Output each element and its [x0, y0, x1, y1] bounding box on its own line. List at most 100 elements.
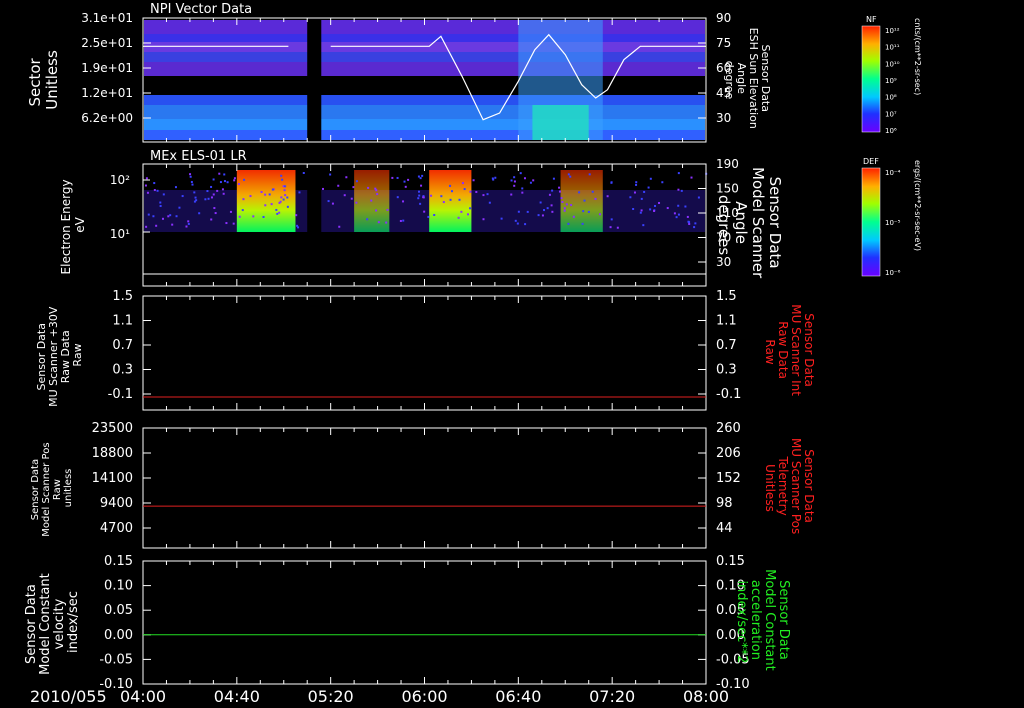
els-dot	[268, 193, 271, 196]
colorbar-def-ticks: 10⁻⁴ 10⁻⁵ 10⁻⁶	[885, 169, 901, 277]
time-tick-label: 08:00	[683, 687, 729, 706]
els-dot	[144, 184, 147, 187]
velocity-left-label: Sensor Data Model Constant velocity inde…	[24, 569, 81, 675]
els-burst	[236, 170, 296, 232]
scanner-int-frame	[142, 295, 707, 411]
els-dot	[343, 194, 346, 197]
els-dot	[206, 190, 209, 193]
els-dot	[377, 221, 380, 224]
els-dot	[419, 202, 422, 205]
els-dot	[519, 172, 522, 175]
tick-label: 190	[716, 157, 739, 171]
els-dot	[278, 201, 281, 204]
els-dot	[521, 187, 524, 190]
els-dot	[649, 177, 652, 180]
els-dot	[482, 194, 485, 197]
tick-label: 30	[716, 255, 731, 269]
els-dot	[275, 208, 278, 211]
els-dot	[396, 196, 399, 199]
panel-npi: NPI Vector Data 3.1e+01 2.5e+01 1.9e+01 1.2…	[26, 2, 772, 143]
els-dot	[466, 213, 469, 216]
npi-band	[144, 62, 308, 76]
els-dot	[488, 201, 491, 204]
scanner-pos-right-label: Sensor Data MU Scanner Pos Telemetry Uni…	[763, 438, 816, 538]
els-dot	[190, 180, 193, 183]
els-dot	[185, 225, 188, 228]
els-dot	[422, 196, 425, 199]
els-dot	[399, 219, 402, 222]
els-dot	[233, 177, 236, 180]
els-dot	[352, 186, 355, 189]
els-dot	[264, 193, 267, 196]
els-dot	[510, 193, 513, 196]
npi-band	[321, 95, 705, 105]
els-dot	[427, 215, 430, 218]
scanner-int-right-label: Sensor Data MU Scanner Int Raw Data Raw	[763, 304, 816, 400]
npi-left-axis-label: Sector Unitless	[26, 50, 61, 110]
els-dot	[680, 189, 683, 192]
els-dot	[563, 207, 566, 210]
npi-band	[321, 42, 705, 52]
els-dot	[513, 184, 516, 187]
npi-band	[321, 34, 705, 42]
els-dot	[570, 204, 573, 207]
els-dot	[159, 201, 162, 204]
tick-label: 3.1e+01	[81, 11, 133, 25]
els-dot	[609, 226, 612, 229]
els-dot	[633, 191, 636, 194]
els-dot	[661, 181, 664, 184]
colorbar-def: DEF 10⁻⁴ 10⁻⁵ 10⁻⁶ ergs/(cm**2-sr-sec-eV)	[861, 157, 922, 277]
els-dot	[675, 216, 678, 219]
els-dot	[688, 221, 691, 224]
els-dot	[187, 220, 190, 223]
els-dot	[440, 195, 443, 198]
els-dot	[338, 225, 341, 228]
colorbar-tick-label: 10⁸	[885, 94, 897, 102]
els-dot	[218, 172, 221, 175]
els-dot	[526, 210, 529, 213]
els-dot	[278, 211, 281, 214]
els-dot	[558, 186, 561, 189]
els-dot	[475, 190, 478, 193]
els-dot	[223, 180, 226, 183]
colorbar-tick-label: 10⁶	[885, 127, 897, 135]
els-dot	[482, 218, 485, 221]
els-dot	[492, 178, 495, 181]
npi-spectrogram	[144, 20, 705, 140]
els-dot	[417, 197, 420, 200]
els-dot	[367, 186, 370, 189]
tick-label: 206	[716, 446, 741, 461]
els-dot	[295, 214, 298, 217]
tick-label: -0.1	[716, 387, 741, 402]
panel-title-els: MEx ELS-01 LR	[150, 149, 247, 164]
scanner-int-ticks: 1.5 1.1 0.7 0.3 -0.1 1.5 1.1 0.7 0.3 -0.1	[108, 289, 742, 402]
els-tick-10: 10¹	[110, 227, 130, 241]
els-dot	[375, 209, 378, 212]
els-dot	[537, 214, 540, 217]
els-dot	[402, 200, 405, 203]
time-tick-label: 06:40	[495, 687, 541, 706]
els-dot	[647, 186, 650, 189]
els-dot	[225, 222, 228, 225]
els-dot	[171, 223, 174, 226]
tick-label: 1.5	[112, 289, 133, 304]
els-dot	[223, 173, 226, 176]
colorbar-tick-label: 10¹⁰	[885, 60, 900, 68]
tick-label: 0.10	[104, 579, 133, 594]
els-dot	[458, 198, 461, 201]
els-dot	[599, 213, 602, 216]
els-dot	[639, 211, 642, 214]
els-dot	[161, 217, 164, 220]
els-dot	[146, 191, 149, 194]
els-dot	[229, 210, 232, 213]
npi-band	[144, 105, 308, 119]
tick-label: 2.5e+01	[81, 36, 133, 50]
els-dot	[271, 188, 274, 191]
els-dot	[249, 195, 252, 198]
els-dot	[404, 185, 407, 188]
els-dot	[524, 223, 527, 226]
els-dot	[219, 181, 222, 184]
els-dot	[560, 197, 563, 200]
npi-band	[144, 130, 308, 140]
els-dot	[546, 207, 549, 210]
